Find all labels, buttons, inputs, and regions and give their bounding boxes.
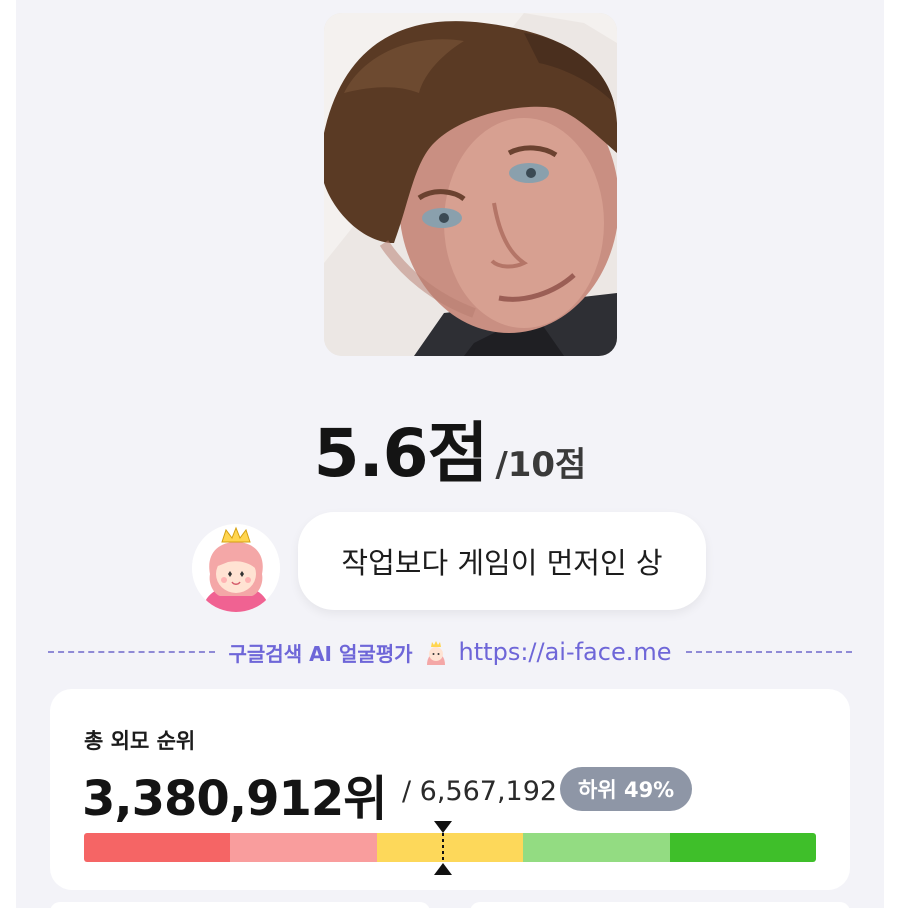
percentile-badge: 하위 49% [560,767,693,811]
percentile-badge-label: 하위 49% [578,778,675,802]
site-credit: 구글검색 AI 얼굴평가 https://ai-face.me [215,638,686,667]
site-credit-title: 구글검색 AI 얼굴평가 [228,641,413,666]
rank-bar-segment-1 [84,833,231,862]
next-card-left [50,902,430,922]
score-value: 5.6점 [313,415,489,492]
rank-total: / 6,567,192 [402,776,558,807]
comment-text: 작업보다 게임이 먼저인 상 [341,546,663,580]
rank-label: 총 외모 순위 [84,729,196,753]
dashed-line-right [685,651,852,653]
rank-progress-bar [84,821,817,875]
rank-marker-icon [433,821,453,875]
rank-value: 3,380,912위 [82,771,387,827]
dashed-line-left [48,651,215,653]
comment-bubble: 작업보다 게임이 먼저인 상 [298,512,706,610]
rank-bar-segment-2 [230,833,377,862]
rank-bar-segment-5 [669,833,817,862]
site-url-link[interactable]: https://ai-face.me [459,638,672,666]
score-max: /10점 [495,445,587,485]
back-arrow-icon[interactable]: ⌃ [74,0,91,14]
rank-bar-segment-4 [523,833,670,862]
uploaded-face-photo [324,13,617,356]
score-display: 5.6점/10점 [0,400,900,496]
next-card-right [470,902,850,922]
princess-avatar-icon [192,524,280,612]
princess-face-icon [423,639,449,665]
site-divider: 구글검색 AI 얼굴평가 https://ai-face.me [48,634,852,670]
rank-card: 총 외모 순위 3,380,912위 / 6,567,192 하위 49% [50,689,850,890]
